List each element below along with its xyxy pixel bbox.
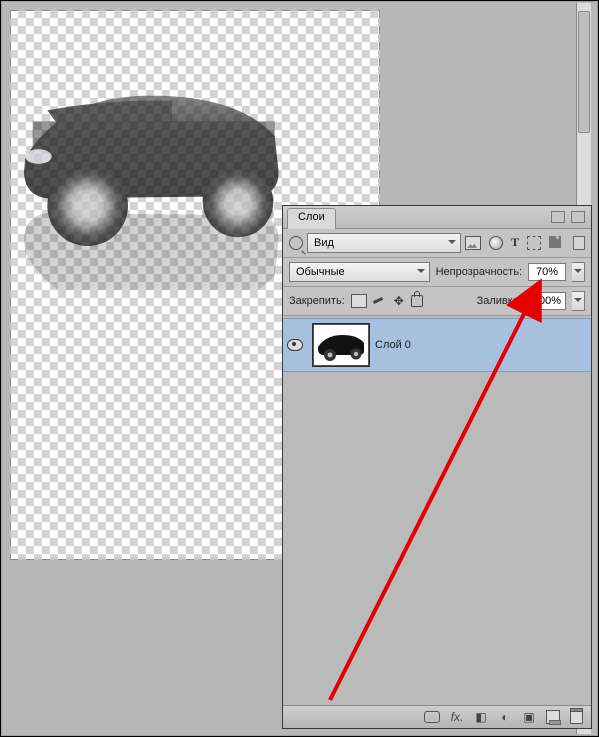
vertical-scroll-thumb[interactable]	[578, 11, 590, 133]
layer-visibility-toggle[interactable]	[283, 339, 307, 351]
opacity-label: Непрозрачность:	[436, 266, 522, 278]
new-group-icon[interactable]: ▣	[522, 710, 536, 724]
lock-fill-row: Закрепить: ✥ Заливка: 100%	[283, 287, 591, 316]
app-background: Слои Вид T Обычные Непро	[0, 0, 599, 737]
layer-mask-icon[interactable]: ◧	[474, 710, 488, 724]
link-layers-icon[interactable]	[424, 711, 440, 723]
delete-layer-icon[interactable]	[570, 710, 583, 724]
opacity-value[interactable]: 70%	[528, 263, 566, 281]
search-icon	[289, 236, 303, 250]
layer-content-car	[0, 70, 330, 290]
new-layer-icon[interactable]	[546, 710, 560, 724]
blend-mode-value: Обычные	[296, 266, 345, 278]
opacity-slider-toggle[interactable]	[572, 262, 585, 282]
panel-collapse-icon[interactable]	[551, 211, 565, 223]
layer-style-icon[interactable]: fx.	[450, 710, 464, 724]
panel-menu-icon[interactable]	[571, 211, 585, 223]
filter-type-select[interactable]: Вид	[307, 233, 461, 253]
lock-position-icon[interactable]: ✥	[393, 295, 405, 307]
panel-titlebar[interactable]: Слои	[283, 206, 591, 229]
filter-toggle-icon[interactable]	[573, 236, 585, 250]
eye-icon	[287, 339, 303, 351]
adjustment-layer-icon[interactable]: ◐	[498, 710, 512, 724]
text-filter-icon[interactable]: T	[511, 236, 519, 250]
panel-footer: fx. ◧ ◐ ▣	[283, 705, 591, 728]
layers-panel: Слои Вид T Обычные Непро	[282, 205, 592, 729]
fill-label: Заливка:	[477, 295, 522, 307]
filter-type-label: Вид	[314, 237, 334, 249]
layer-name[interactable]: Слой 0	[375, 339, 411, 351]
panel-tab-layers[interactable]: Слои	[287, 208, 336, 229]
fill-value[interactable]: 100%	[528, 292, 566, 310]
lock-all-icon[interactable]	[411, 295, 423, 307]
shape-filter-icon[interactable]	[527, 236, 541, 250]
lock-label: Закрепить:	[289, 295, 345, 307]
lock-transparency-icon[interactable]	[351, 294, 367, 308]
layer-row[interactable]: Слой 0	[283, 318, 591, 372]
fill-slider-toggle[interactable]	[572, 291, 585, 311]
blend-mode-select[interactable]: Обычные	[289, 262, 430, 282]
layer-thumbnail[interactable]	[313, 324, 369, 366]
blend-opacity-row: Обычные Непрозрачность: 70%	[283, 258, 591, 287]
lock-pixels-icon[interactable]	[373, 295, 387, 307]
layers-list[interactable]: Слой 0	[283, 318, 591, 706]
smart-object-filter-icon[interactable]	[549, 236, 561, 248]
image-filter-icon[interactable]	[465, 236, 481, 250]
filter-row: Вид T	[283, 229, 591, 258]
adjustment-filter-icon[interactable]	[489, 236, 503, 250]
